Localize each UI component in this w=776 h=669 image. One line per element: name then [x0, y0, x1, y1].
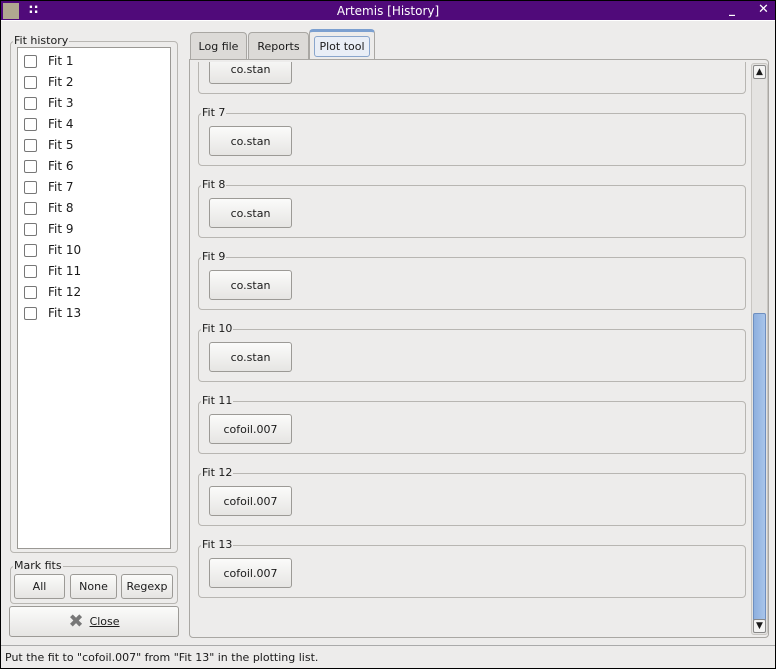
plot-fit-group: Fit 8 co.stan: [198, 178, 746, 238]
fit-history-item[interactable]: Fit 13: [24, 304, 81, 322]
plot-fit-group: Fit 12 cofoil.007: [198, 466, 746, 526]
plot-fit-button[interactable]: co.stan: [209, 342, 292, 372]
fit-label: Fit 10: [48, 243, 82, 257]
checkbox[interactable]: [24, 264, 37, 278]
fit-label: Fit 13: [48, 306, 82, 320]
plot-fit-button[interactable]: co.stan: [209, 62, 292, 84]
minimize-icon[interactable]: _: [729, 2, 735, 16]
fit-label: Fit 9: [48, 222, 74, 236]
fit-label: Fit 7: [48, 180, 74, 194]
fit-label: Fit 4: [48, 117, 74, 131]
fit-label: Fit 8: [48, 201, 74, 215]
close-window-icon[interactable]: ✕: [758, 2, 769, 17]
checkbox[interactable]: [24, 222, 37, 236]
mark-none-button[interactable]: None: [70, 574, 117, 599]
plot-fit-group: Fit 13 cofoil.007: [198, 538, 746, 598]
plot-fit-group-label: Fit 11: [201, 394, 234, 408]
plot-fit-button[interactable]: co.stan: [209, 198, 292, 228]
mark-all-button[interactable]: All: [14, 574, 65, 599]
fit-history-item[interactable]: Fit 2: [24, 73, 74, 91]
close-button-label: Close: [89, 615, 120, 628]
plot-tool-panel: Fit 6co.stanFit 7co.stanFit 8co.stanFit …: [189, 59, 769, 638]
plot-fit-button[interactable]: cofoil.007: [209, 558, 292, 588]
plot-fit-group-label: Fit 10: [201, 322, 234, 336]
fit-label: Fit 11: [48, 264, 82, 278]
checkbox[interactable]: [24, 180, 37, 194]
tab-label: Log file: [198, 40, 239, 53]
window-title: Artemis [History]: [336, 4, 440, 18]
fit-history-item[interactable]: Fit 4: [24, 115, 74, 133]
tab-label: Reports: [257, 40, 300, 53]
plot-fit-button[interactable]: cofoil.007: [209, 414, 292, 444]
fit-history-item[interactable]: Fit 7: [24, 178, 74, 196]
plot-fit-group-label: Fit 7: [201, 106, 227, 120]
fit-label: Fit 1: [48, 54, 74, 68]
close-button[interactable]: ✖ Close: [9, 606, 179, 637]
fit-history-item[interactable]: Fit 8: [24, 199, 74, 217]
tab-label: Plot tool: [314, 35, 370, 57]
plot-fit-group: Fit 11 cofoil.007: [198, 394, 746, 454]
checkbox[interactable]: [24, 117, 37, 131]
plot-fit-group-label: Fit 8: [201, 178, 227, 192]
fit-history-label: Fit history: [13, 34, 70, 48]
tab-plot-tool[interactable]: Plot tool: [309, 29, 375, 60]
plot-fit-group: Fit 6co.stan: [198, 62, 746, 94]
plot-fit-group-label: Fit 12: [201, 466, 234, 480]
checkbox[interactable]: [24, 285, 37, 299]
plot-tool-scroll-area: Fit 6co.stanFit 7co.stanFit 8co.stanFit …: [195, 62, 747, 635]
scrollbar-thumb[interactable]: [753, 313, 766, 621]
fit-label: Fit 6: [48, 159, 74, 173]
fit-history-item[interactable]: Fit 1: [24, 52, 74, 70]
status-bar: Put the fit to "cofoil.007" from "Fit 13…: [1, 645, 775, 668]
scroll-up-icon[interactable]: ▲: [753, 65, 766, 79]
fit-history-item[interactable]: Fit 12: [24, 283, 81, 301]
plot-fit-group: Fit 9 co.stan: [198, 250, 746, 310]
fit-history-item[interactable]: Fit 9: [24, 220, 74, 238]
vertical-scrollbar[interactable]: ▲ ▼: [751, 63, 768, 635]
fit-label: Fit 12: [48, 285, 82, 299]
fit-label: Fit 5: [48, 138, 74, 152]
plot-fit-group-label: Fit 9: [201, 250, 227, 264]
checkbox[interactable]: [24, 201, 37, 215]
plot-fit-group: Fit 7 co.stan: [198, 106, 746, 166]
plot-fit-button[interactable]: co.stan: [209, 270, 292, 300]
fit-history-list[interactable]: Fit 1 Fit 2 Fit 3 Fit 4 Fit 5 Fit 6 Fit 7 Fit 8…: [17, 47, 171, 549]
plot-fit-group: Fit 10 co.stan: [198, 322, 746, 382]
plot-fit-group-label: Fit 13: [201, 538, 234, 552]
checkbox[interactable]: [24, 306, 37, 320]
checkbox[interactable]: [24, 54, 37, 68]
mark-regexp-button[interactable]: Regexp: [121, 574, 173, 599]
plot-fit-button[interactable]: cofoil.007: [209, 486, 292, 516]
fit-label: Fit 2: [48, 75, 74, 89]
checkbox[interactable]: [24, 138, 37, 152]
title-bar: ∷ Artemis [History] _ ✕: [1, 1, 775, 21]
close-x-icon: ✖: [68, 611, 84, 632]
fit-label: Fit 3: [48, 96, 74, 110]
checkbox[interactable]: [24, 159, 37, 173]
scroll-down-icon[interactable]: ▼: [753, 619, 766, 633]
fit-history-item[interactable]: Fit 11: [24, 262, 81, 280]
checkbox[interactable]: [24, 75, 37, 89]
fit-history-item[interactable]: Fit 6: [24, 157, 74, 175]
plot-fit-button[interactable]: co.stan: [209, 126, 292, 156]
checkbox[interactable]: [24, 243, 37, 257]
tab-log-file[interactable]: Log file: [190, 32, 247, 60]
tab-reports[interactable]: Reports: [248, 32, 309, 60]
checkbox[interactable]: [24, 96, 37, 110]
fit-history-item[interactable]: Fit 5: [24, 136, 74, 154]
fit-history-item[interactable]: Fit 3: [24, 94, 74, 112]
mark-fits-label: Mark fits: [13, 559, 63, 573]
fit-history-item[interactable]: Fit 10: [24, 241, 81, 259]
artemis-history-window: ∷ Artemis [History] _ ✕ Fit history Fit …: [1, 1, 775, 668]
